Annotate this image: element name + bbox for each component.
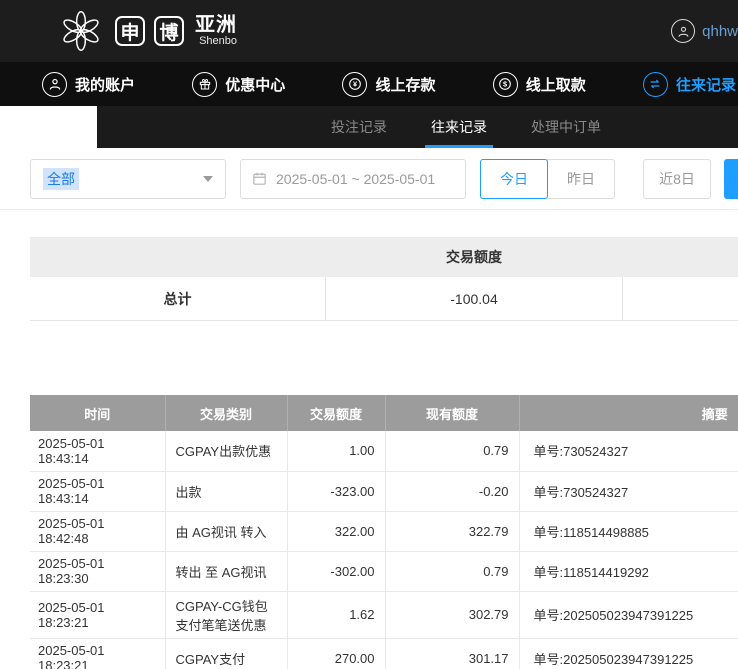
cell-type: CGPAY-CG钱包支付笔笔送优惠 xyxy=(165,591,287,638)
cell-time: 2025-05-01 18:42:48 xyxy=(30,511,165,551)
summary-table: 交易额度 总计 -100.04 xyxy=(30,237,738,321)
nav-transaction-records[interactable]: 往来记录 xyxy=(643,72,736,97)
col-header-summary: 摘要 xyxy=(519,395,738,431)
cell-amount: 270.00 xyxy=(287,638,385,669)
nav-online-deposit[interactable]: ¥ 线上存款 xyxy=(342,72,435,97)
tab-transaction-records[interactable]: 往来记录 xyxy=(431,106,487,148)
withdraw-coin-icon: $ xyxy=(493,72,518,97)
transaction-record-icon xyxy=(643,72,668,97)
summary-total-value: -100.04 xyxy=(325,277,623,320)
tab-betting-records[interactable]: 投注记录 xyxy=(331,106,387,148)
record-tabs: 投注记录 往来记录 处理中订单 xyxy=(97,106,738,148)
calendar-icon xyxy=(251,170,268,187)
nav-label: 我的账户 xyxy=(75,74,135,95)
deposit-coin-icon: ¥ xyxy=(342,72,367,97)
brand-region-text: 亚洲 xyxy=(195,15,237,36)
cell-balance: 0.79 xyxy=(385,431,519,471)
cell-type: 出款 xyxy=(165,471,287,511)
nav-label: 优惠中心 xyxy=(225,74,285,95)
type-select-value: 全部 xyxy=(43,168,79,190)
brand-subtitle: Shenbo xyxy=(195,36,237,48)
col-header-amount: 交易额度 xyxy=(287,395,385,431)
page: 申 博 亚洲 Shenbo qhhw 我的账户 xyxy=(0,0,738,669)
cell-amount: 1.62 xyxy=(287,591,385,638)
records-table: 时间 交易类别 交易额度 现有额度 摘要 2025-05-01 18:43:14… xyxy=(30,395,738,669)
cell-type: 由 AG视讯 转入 xyxy=(165,511,287,551)
nav-promotions[interactable]: 优惠中心 xyxy=(192,72,285,97)
svg-text:$: $ xyxy=(503,80,507,89)
table-row: 2025-05-01 18:23:21 CGPAY-CG钱包支付笔笔送优惠 1.… xyxy=(30,591,738,638)
svg-text:¥: ¥ xyxy=(353,80,358,89)
cell-amount: 1.00 xyxy=(287,431,385,471)
cell-summary: 单号:118514498885 xyxy=(519,511,738,551)
table-row: 2025-05-01 18:43:14 CGPAY出款优惠 1.00 0.79 … xyxy=(30,431,738,471)
nav-label: 线上存款 xyxy=(375,74,435,95)
cell-time: 2025-05-01 18:23:21 xyxy=(30,591,165,638)
tab-label: 投注记录 xyxy=(331,117,387,137)
user-icon xyxy=(42,72,67,97)
quick-today-button[interactable]: 今日 xyxy=(480,159,548,199)
cell-type: CGPAY支付 xyxy=(165,638,287,669)
records-header-row: 时间 交易类别 交易额度 现有额度 摘要 xyxy=(30,395,738,431)
brand-region-block: 亚洲 Shenbo xyxy=(195,15,237,48)
quick-last8days-button[interactable]: 近8日 xyxy=(643,159,711,199)
cell-time: 2025-05-01 18:23:30 xyxy=(30,551,165,591)
nav-online-withdraw[interactable]: $ 线上取款 xyxy=(493,72,586,97)
col-header-type: 交易类别 xyxy=(165,395,287,431)
nav-label: 线上取款 xyxy=(526,74,586,95)
col-header-balance: 现有额度 xyxy=(385,395,519,431)
summary-header-row: 交易额度 xyxy=(30,237,738,277)
cell-amount: -302.00 xyxy=(287,551,385,591)
cell-summary: 单号:730524327 xyxy=(519,431,738,471)
table-row: 2025-05-01 18:43:14 出款 -323.00 -0.20 单号:… xyxy=(30,471,738,511)
summary-total-label: 总计 xyxy=(30,289,325,309)
cell-summary: 单号:118514419292 xyxy=(519,551,738,591)
cell-time: 2025-05-01 18:23:21 xyxy=(30,638,165,669)
cell-balance: 0.79 xyxy=(385,551,519,591)
main-nav: 我的账户 优惠中心 ¥ 线上存款 $ xyxy=(0,62,738,106)
user-account[interactable]: qhhw xyxy=(661,19,738,43)
lotus-logo-icon xyxy=(56,6,106,56)
col-header-time: 时间 xyxy=(30,395,165,431)
summary-total-row: 总计 -100.04 xyxy=(30,277,738,321)
filter-bar: 全部 2025-05-01 ~ 2025-05-01 今日 昨日 近8日 xyxy=(0,148,738,210)
cell-amount: 322.00 xyxy=(287,511,385,551)
cell-balance: 322.79 xyxy=(385,511,519,551)
table-row: 2025-05-01 18:23:30 转出 至 AG视讯 -302.00 0.… xyxy=(30,551,738,591)
cell-summary: 单号:202505023947391225 xyxy=(519,591,738,638)
cell-summary: 单号:202505023947391225 xyxy=(519,638,738,669)
cell-balance: -0.20 xyxy=(385,471,519,511)
brand-char-bo: 博 xyxy=(154,16,184,46)
nav-my-account[interactable]: 我的账户 xyxy=(42,72,135,97)
date-range-input[interactable]: 2025-05-01 ~ 2025-05-01 xyxy=(240,159,466,199)
user-avatar-icon xyxy=(671,19,695,43)
type-select[interactable]: 全部 xyxy=(30,159,226,199)
table-row: 2025-05-01 18:23:21 CGPAY支付 270.00 301.1… xyxy=(30,638,738,669)
tab-label: 往来记录 xyxy=(431,117,487,137)
date-range-value: 2025-05-01 ~ 2025-05-01 xyxy=(276,171,435,187)
username-text: qhhw xyxy=(702,23,738,40)
cell-time: 2025-05-01 18:43:14 xyxy=(30,431,165,471)
brand-logo[interactable]: 申 博 亚洲 Shenbo xyxy=(56,6,237,56)
brand-char-shen: 申 xyxy=(115,16,145,46)
cell-balance: 301.17 xyxy=(385,638,519,669)
summary-amount-header: 交易额度 xyxy=(325,237,623,277)
cell-summary: 单号:730524327 xyxy=(519,471,738,511)
cell-type: CGPAY出款优惠 xyxy=(165,431,287,471)
cell-balance: 302.79 xyxy=(385,591,519,638)
cell-type: 转出 至 AG视讯 xyxy=(165,551,287,591)
gift-icon xyxy=(192,72,217,97)
search-button[interactable] xyxy=(724,159,738,199)
nav-label: 往来记录 xyxy=(676,74,736,95)
cell-amount: -323.00 xyxy=(287,471,385,511)
tab-label: 处理中订单 xyxy=(531,117,601,137)
cell-time: 2025-05-01 18:43:14 xyxy=(30,471,165,511)
tab-processing-orders[interactable]: 处理中订单 xyxy=(531,106,601,148)
top-bar: 申 博 亚洲 Shenbo qhhw xyxy=(0,0,738,62)
quick-yesterday-button[interactable]: 昨日 xyxy=(547,159,615,199)
chevron-down-icon xyxy=(203,176,213,182)
table-row: 2025-05-01 18:42:48 由 AG视讯 转入 322.00 322… xyxy=(30,511,738,551)
